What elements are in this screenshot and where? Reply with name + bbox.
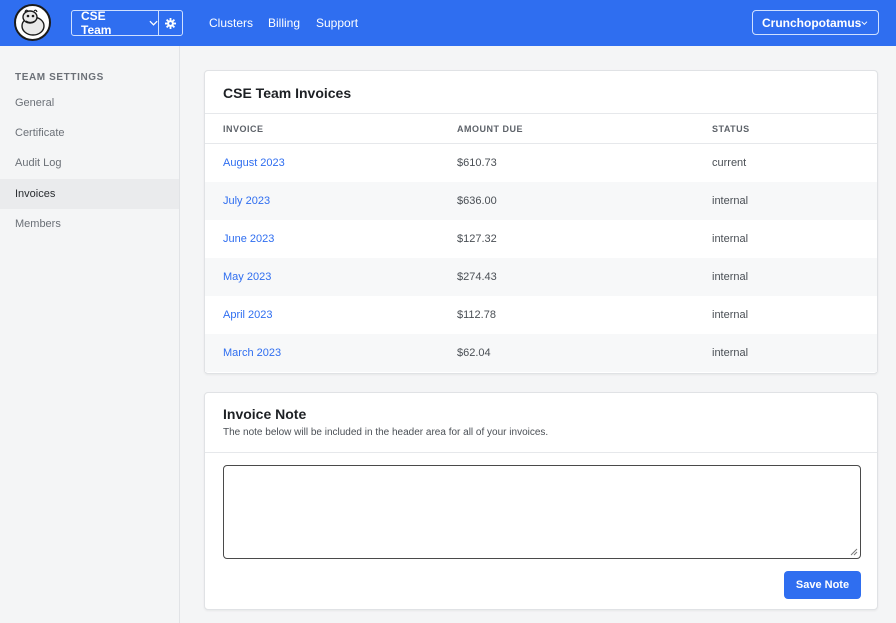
invoice-amount: $610.73: [457, 157, 497, 169]
sidebar-heading: TEAM SETTINGS: [15, 72, 104, 83]
invoice-amount: $274.43: [457, 271, 497, 283]
table-row: July 2023 $636.00 internal: [205, 182, 877, 220]
invoice-status: internal: [712, 271, 749, 283]
invoice-amount: $62.04: [457, 347, 491, 359]
chevron-down-icon: [861, 20, 868, 25]
column-header-invoice: INVOICE: [223, 124, 264, 134]
table-row: April 2023 $112.78 internal: [205, 296, 877, 334]
invoice-note-textarea[interactable]: [223, 465, 861, 559]
column-header-amount-due: AMOUNT DUE: [457, 124, 523, 134]
invoice-link[interactable]: March 2023: [223, 347, 281, 359]
table-row: June 2023 $127.32 internal: [205, 220, 877, 258]
invoice-link[interactable]: July 2023: [223, 195, 270, 207]
divider: [205, 452, 877, 453]
user-name-label: Crunchopotamus: [762, 15, 862, 30]
team-settings-button[interactable]: [159, 11, 182, 35]
table-row: March 2023 $62.04 internal: [205, 334, 877, 372]
invoice-link[interactable]: August 2023: [223, 157, 285, 169]
nav-support-link[interactable]: Support: [316, 16, 358, 30]
invoice-link[interactable]: June 2023: [223, 233, 274, 245]
invoice-amount: $112.78: [457, 309, 496, 321]
sidebar-item-invoices[interactable]: Invoices: [0, 179, 179, 209]
hippo-logo-icon[interactable]: [14, 4, 51, 41]
invoice-status: internal: [712, 233, 749, 245]
invoice-status: internal: [712, 309, 749, 321]
table-header: INVOICE AMOUNT DUE STATUS: [205, 113, 877, 144]
invoice-amount: $636.00: [457, 195, 497, 207]
invoice-link[interactable]: April 2023: [223, 309, 273, 321]
invoice-amount: $127.32: [457, 233, 497, 245]
table-row: May 2023 $274.43 internal: [205, 258, 877, 296]
column-header-status: STATUS: [712, 124, 750, 134]
chevron-down-icon: [149, 20, 158, 26]
save-note-button[interactable]: Save Note: [784, 571, 861, 599]
top-navigation-bar: CSE Team Clusters Billing Support Crunch…: [0, 0, 896, 46]
team-selector[interactable]: CSE Team: [71, 9, 183, 37]
invoices-card: CSE Team Invoices INVOICE AMOUNT DUE STA…: [204, 70, 878, 374]
resize-handle-icon[interactable]: [848, 546, 858, 556]
table-row: August 2023 $610.73 current: [205, 144, 877, 182]
sidebar-item-certificate[interactable]: Certificate: [0, 118, 179, 148]
invoice-status: internal: [712, 347, 749, 359]
invoice-note-description: The note below will be included in the h…: [223, 427, 549, 438]
sidebar-item-general[interactable]: General: [0, 88, 179, 118]
invoice-note-card: Invoice Note The note below will be incl…: [204, 392, 878, 610]
invoice-status: internal: [712, 195, 749, 207]
team-settings-sidebar: TEAM SETTINGS General Certificate Audit …: [0, 46, 180, 623]
user-menu-dropdown[interactable]: Crunchopotamus: [752, 10, 879, 35]
invoice-status: current: [712, 157, 747, 169]
nav-billing-link[interactable]: Billing: [268, 16, 300, 30]
gear-icon: [165, 17, 176, 29]
sidebar-item-audit-log[interactable]: Audit Log: [0, 148, 179, 178]
invoice-link[interactable]: May 2023: [223, 271, 271, 283]
nav-clusters-link[interactable]: Clusters: [209, 16, 253, 30]
team-dropdown[interactable]: CSE Team: [72, 9, 159, 37]
team-name-label: CSE Team: [81, 9, 112, 37]
invoices-title: CSE Team Invoices: [223, 85, 352, 101]
invoice-note-title: Invoice Note: [223, 406, 307, 422]
sidebar-item-members[interactable]: Members: [0, 209, 179, 239]
